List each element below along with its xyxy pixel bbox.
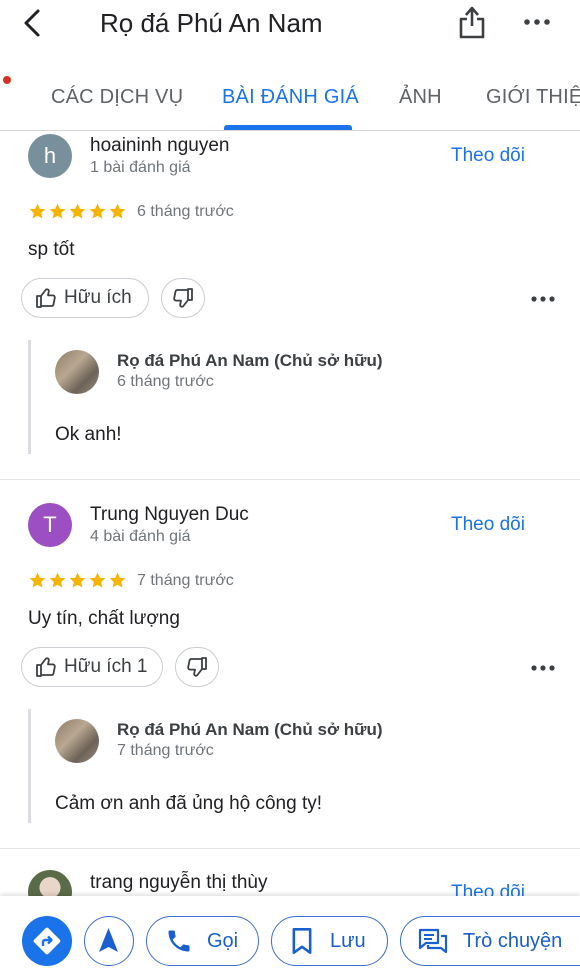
owner-reply: Rọ đá Phú An Nam (Chủ sở hữu) 7 tháng tr…	[28, 709, 580, 823]
divider	[0, 479, 580, 480]
call-button[interactable]: Gọi	[146, 916, 259, 966]
review-card: trang nguyễn thị thùy Theo dõi	[0, 868, 580, 896]
more-options-icon[interactable]	[530, 663, 556, 673]
directions-icon	[33, 927, 61, 955]
avatar-letter: h	[43, 143, 57, 168]
save-label: Lưu	[330, 929, 366, 952]
helpful-button[interactable]: Hữu ích	[21, 278, 149, 318]
thumbs-up-icon	[36, 657, 56, 677]
tab-services[interactable]: CÁC DỊCH VỤ	[51, 86, 183, 109]
star-icon	[49, 203, 66, 219]
follow-button[interactable]: Theo dõi	[451, 145, 525, 167]
star-icon	[69, 203, 86, 219]
review-card: h hoaininh nguyen 1 bài đánh giá Theo dõ…	[0, 130, 580, 479]
chat-label: Trò chuyện	[463, 929, 563, 952]
app-header: Rọ đá Phú An Nam	[0, 0, 580, 58]
review-time: 6 tháng trước	[137, 203, 234, 220]
owner-reply-time: 6 tháng trước	[117, 373, 214, 390]
star-rating	[28, 202, 127, 221]
follow-button[interactable]: Theo dõi	[451, 514, 525, 536]
page-title: Rọ đá Phú An Nam	[100, 8, 323, 38]
reviewer-name[interactable]: hoaininh nguyen	[90, 135, 229, 157]
follow-button[interactable]: Theo dõi	[451, 882, 525, 896]
reviewer-name[interactable]: Trung Nguyen Duc	[90, 504, 249, 526]
star-icon	[109, 203, 126, 219]
tab-photos[interactable]: ẢNH	[399, 86, 442, 109]
start-navigation-button[interactable]	[84, 916, 134, 966]
chat-icon	[418, 928, 448, 954]
bookmark-icon	[292, 928, 312, 954]
helpful-label: Hữu ích 1	[64, 656, 148, 677]
tab-about[interactable]: GIỚI THIỆ	[486, 86, 580, 109]
owner-reply-text: Cảm ơn anh đã ủng hộ công ty!	[55, 793, 323, 814]
notification-dot	[3, 76, 11, 84]
back-arrow-icon[interactable]	[18, 8, 48, 38]
navigation-arrow-icon	[99, 928, 118, 952]
directions-button[interactable]	[22, 916, 72, 966]
not-helpful-button[interactable]	[175, 647, 219, 687]
owner-avatar	[55, 719, 99, 763]
star-icon	[49, 572, 66, 588]
thumbs-down-icon	[173, 288, 193, 308]
phone-icon	[168, 930, 190, 952]
bottom-action-bar: Gọi Lưu Trò chuyện	[0, 896, 580, 979]
thumbs-up-icon	[36, 288, 56, 308]
star-icon	[29, 572, 46, 588]
avatar[interactable]: T	[28, 503, 72, 547]
call-label: Gọi	[207, 929, 239, 952]
reviewer-name[interactable]: trang nguyễn thị thùy	[90, 872, 267, 894]
owner-reply-text: Ok anh!	[55, 424, 122, 445]
owner-reply-time: 7 tháng trước	[117, 742, 214, 759]
owner-name: Rọ đá Phú An Nam (Chủ sở hữu)	[117, 351, 383, 370]
star-rating	[28, 571, 127, 590]
star-icon	[69, 572, 86, 588]
tab-bar: CÁC DỊCH VỤ BÀI ĐÁNH GIÁ ẢNH GIỚI THIỆ	[0, 58, 580, 131]
share-icon[interactable]	[456, 4, 488, 40]
review-time: 7 tháng trước	[137, 572, 234, 589]
star-icon	[29, 203, 46, 219]
owner-reply: Rọ đá Phú An Nam (Chủ sở hữu) 6 tháng tr…	[28, 340, 580, 454]
owner-avatar	[55, 350, 99, 394]
reviewer-review-count: 1 bài đánh giá	[90, 159, 191, 176]
review-text: Uy tín, chất lượng	[28, 608, 180, 629]
helpful-label: Hữu ích	[64, 287, 132, 308]
review-text: sp tốt	[28, 239, 75, 260]
divider	[0, 848, 580, 849]
star-icon	[89, 572, 106, 588]
avatar[interactable]: h	[28, 134, 72, 178]
tab-reviews[interactable]: BÀI ĐÁNH GIÁ	[222, 86, 359, 109]
more-options-icon[interactable]	[530, 294, 556, 304]
chat-button[interactable]: Trò chuyện	[400, 916, 580, 966]
reviewer-review-count: 4 bài đánh giá	[90, 528, 191, 545]
more-options-icon[interactable]	[522, 12, 552, 32]
star-icon	[109, 572, 126, 588]
not-helpful-button[interactable]	[161, 278, 205, 318]
helpful-button[interactable]: Hữu ích 1	[21, 647, 163, 687]
avatar[interactable]	[28, 870, 72, 896]
review-card: T Trung Nguyen Duc 4 bài đánh giá Theo d…	[0, 499, 580, 848]
thumbs-down-icon	[187, 657, 207, 677]
save-button[interactable]: Lưu	[271, 916, 388, 966]
owner-name: Rọ đá Phú An Nam (Chủ sở hữu)	[117, 720, 383, 739]
star-icon	[89, 203, 106, 219]
avatar-letter: T	[43, 512, 57, 537]
